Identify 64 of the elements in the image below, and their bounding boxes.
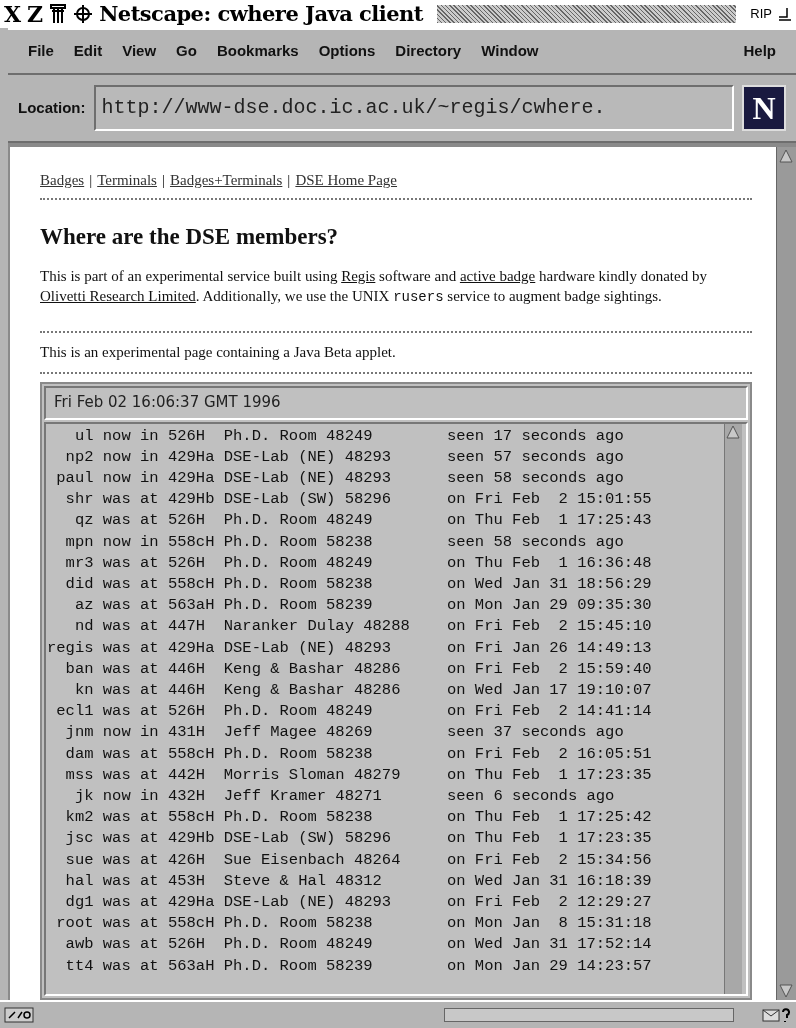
link-separator: | xyxy=(287,171,291,190)
nav-link[interactable]: Badges xyxy=(40,169,85,192)
listing-row-text: root was at 558cH Ph.D. Room 58238 on Mon Jan 8 15:31:18 xyxy=(55,913,653,935)
listing-row-text: ul now in 526H Ph.D. Room 48249 seen 17 seconds ago xyxy=(73,425,625,447)
listing-row-text: jnm now in 431H Jeff Magee 48269 seen 37 seconds ago xyxy=(64,722,625,744)
listing-row-text: awb was at 526H Ph.D. Room 48249 on Wed Jan 31 17:52:14 xyxy=(64,934,653,956)
menu-item[interactable]: Bookmarks xyxy=(206,40,309,63)
text-link[interactable]: Olivetti Research Limited xyxy=(40,288,196,304)
listing-row-text: shr was at 429Hb DSE-Lab (SW) 58296 on Fri Feb 2 15:01:55 xyxy=(64,489,653,511)
scroll-up-icon[interactable] xyxy=(777,147,795,165)
stack-icon[interactable] xyxy=(49,3,68,25)
listing-scrollbar[interactable] xyxy=(724,423,742,994)
listing-row-text: kn was at 446H Keng & Bashar 48286 on Wed Jan 17 19:10:07 xyxy=(73,679,653,701)
nav-link[interactable]: Badges+Terminals xyxy=(169,169,283,192)
menu-item[interactable]: Directory xyxy=(385,40,472,63)
menu-item[interactable]: View xyxy=(112,40,167,63)
listing-row-text: paul now in 429Ha DSE-Lab (NE) 48293 seen 58 seconds ago xyxy=(55,467,625,489)
corner-icon[interactable] xyxy=(778,6,792,22)
window-button[interactable]: X xyxy=(4,3,22,25)
text-link[interactable]: Regis xyxy=(341,268,376,284)
window-button[interactable]: Z xyxy=(27,3,44,25)
scrollbar[interactable] xyxy=(776,147,796,1000)
listing-row-text: ban was at 446H Keng & Bashar 48286 on Fri Feb 2 15:59:40 xyxy=(64,658,653,680)
listing-row-text: km2 was at 558cH Ph.D. Room 58238 on Thu Feb 1 17:25:42 xyxy=(64,807,653,829)
menu-item[interactable]: Help xyxy=(733,40,786,63)
listing-row-text: az was at 563aH Ph.D. Room 58239 on Mon Jan 29 09:35:30 xyxy=(73,595,653,617)
listing-row-text: sue was at 426H Sue Eisenbach 48264 on Fri Feb 2 15:34:56 xyxy=(64,849,653,871)
menu-item[interactable]: Options xyxy=(308,40,386,63)
location-label: Location: xyxy=(18,97,86,118)
intro-paragraph: This is part of an experimental service built using Regis software and active badge hardware kindly donated by Olivetti Research Limited. Additionally, we use the UNIX rusers service to augment badge sightings. xyxy=(40,266,752,333)
listing-row-text: ecl1 was at 526H Ph.D. Room 48249 on Fri Feb 2 14:41:14 xyxy=(55,701,653,723)
link-separator: | xyxy=(89,171,93,190)
listing-row-text: hal was at 453H Steve & Hal 48312 on Wed Jan 31 16:18:39 xyxy=(64,870,653,892)
url-field[interactable]: http://www-dse.doc.ic.ac.uk/~regis/cwhere. xyxy=(93,85,734,131)
menu-item[interactable]: Window xyxy=(471,40,549,63)
text-link[interactable]: active badge xyxy=(459,268,536,284)
listing-row-text: np2 now in 429Ha DSE-Lab (NE) 48293 seen 57 seconds ago xyxy=(64,446,625,468)
listing-row-text: regis was at 429Ha DSE-Lab (NE) 48293 on Fri Jan 26 14:49:13 xyxy=(47,637,653,659)
listing-row-text: mss was at 442H Morris Sloman 48279 on Thu Feb 1 17:23:35 xyxy=(64,764,653,786)
date-label: Fri Feb 02 16:06:37 GMT 1996 xyxy=(44,385,748,420)
listing-row-text: jsc was at 429Hb DSE-Lab (SW) 58296 on Thu Feb 1 17:23:35 xyxy=(64,828,653,850)
listing-row-text: tt4 was at 563aH Ph.D. Room 58239 on Mon Jan 29 14:23:57 xyxy=(64,955,653,977)
listing-row-text: dg1 was at 429Ha DSE-Lab (NE) 48293 on Fri Feb 2 12:29:27 xyxy=(64,891,653,913)
title-label: RIP xyxy=(750,5,772,24)
listing-row-text: qz was at 526H Ph.D. Room 48249 on Thu Feb 1 17:25:43 xyxy=(73,510,653,532)
link-separator: | xyxy=(161,171,165,190)
listing-row-text: dam was at 558cH Ph.D. Room 58238 on Fri Feb 2 16:05:51 xyxy=(64,743,653,765)
listing-row-text: nd was at 447H Naranker Dulay 48288 on Fri Feb 2 15:45:10 xyxy=(73,616,653,638)
listing-row-text: mr3 was at 526H Ph.D. Room 48249 on Thu Feb 1 16:36:48 xyxy=(64,552,653,574)
window-title: Netscape: cwhere Java client xyxy=(99,0,423,29)
menu-item[interactable]: Go xyxy=(166,40,207,63)
nav-link[interactable]: Terminals xyxy=(97,169,157,192)
listing-row-text: did was at 558cH Ph.D. Room 58238 on Wed Jan 31 18:56:29 xyxy=(64,573,653,595)
logo: N xyxy=(742,85,786,131)
scroll-up-icon[interactable] xyxy=(725,423,741,440)
menu-item[interactable]: Edit xyxy=(63,40,113,63)
mail-icon[interactable] xyxy=(762,1006,792,1024)
nav-link[interactable]: DSE Home Page xyxy=(295,169,398,192)
menu-item[interactable]: File xyxy=(18,40,64,63)
page-heading: Where are the DSE members? xyxy=(40,222,340,251)
applet-note: This is an experimental page containing a Java Beta applet. xyxy=(40,333,752,374)
listing-row-text: mpn now in 558cH Ph.D. Room 58238 seen 58 seconds ago xyxy=(64,531,625,553)
listing-row-text: jk now in 432H Jeff Kramer 48271 seen 6 seconds ago xyxy=(73,785,616,807)
crosshair-icon[interactable] xyxy=(73,4,94,24)
